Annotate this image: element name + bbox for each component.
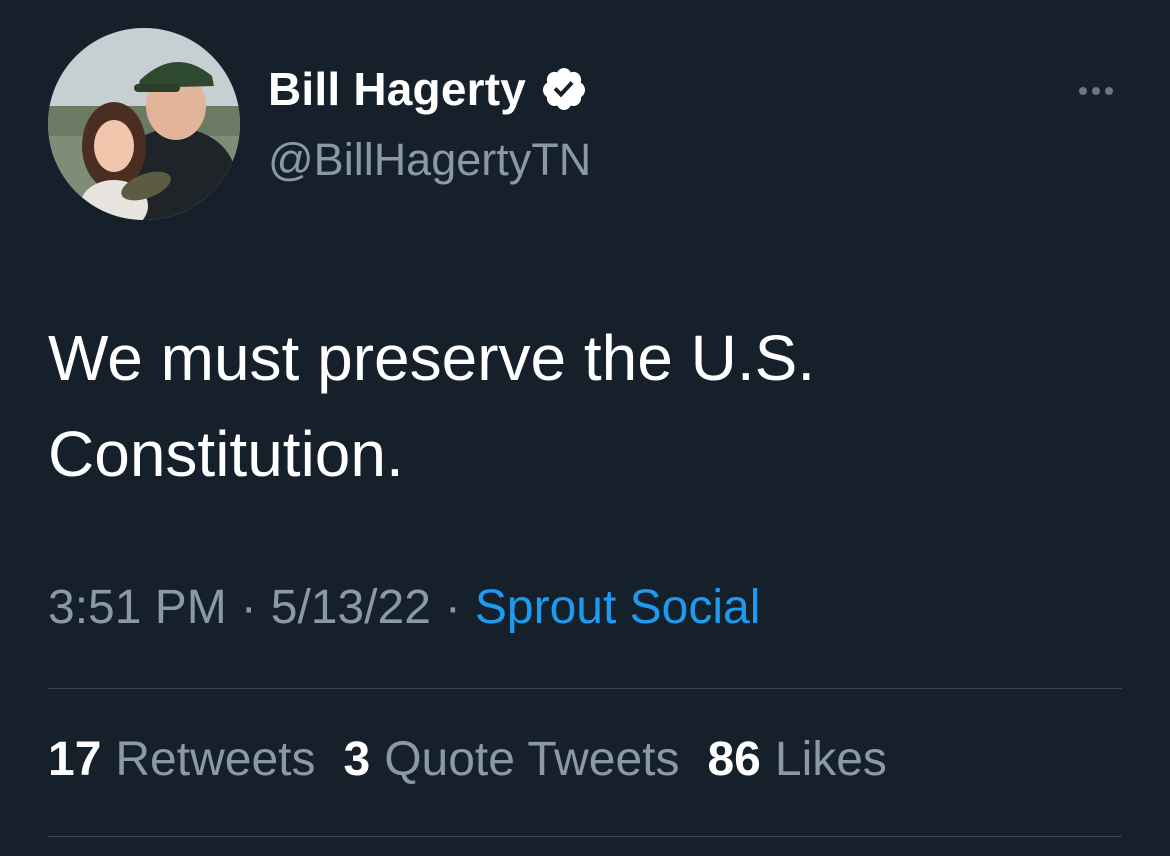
tweet-meta: 3:51 PM · 5/13/22 · Sprout Social — [48, 580, 760, 635]
stat-count: 17 — [48, 733, 102, 786]
retweets-stat[interactable]: 17 Retweets — [48, 732, 315, 787]
tweet-text-line: Constitution. — [48, 418, 404, 490]
tweet-text-line: We must preserve the U.S. — [48, 322, 816, 394]
stat-count: 3 — [343, 733, 371, 786]
divider — [48, 836, 1122, 837]
more-dot — [1105, 87, 1113, 95]
likes-stat[interactable]: 86 Likes — [707, 732, 886, 787]
meta-separator: · — [240, 581, 257, 634]
more-dot — [1092, 87, 1100, 95]
stat-label: Retweets — [115, 733, 316, 786]
author-name-row[interactable]: Bill Hagerty — [268, 62, 588, 116]
verified-badge-icon — [543, 68, 586, 110]
quote-tweets-stat[interactable]: 3 Quote Tweets — [343, 732, 679, 787]
meta-separator: · — [444, 581, 461, 634]
tweet-date[interactable]: 5/13/22 — [271, 580, 431, 635]
more-options-icon[interactable] — [1068, 78, 1124, 104]
stat-label: Quote Tweets — [384, 733, 680, 786]
tweet-text: We must preserve the U.S. Constitution. — [48, 310, 1118, 502]
stat-count: 86 — [707, 733, 761, 786]
avatar[interactable] — [48, 28, 240, 220]
stat-label: Likes — [774, 733, 887, 786]
author-handle[interactable]: @BillHagertyTN — [268, 134, 591, 186]
divider — [48, 688, 1122, 689]
tweet-time[interactable]: 3:51 PM — [48, 580, 227, 635]
author-display-name[interactable]: Bill Hagerty — [268, 62, 526, 116]
tweet-source-link[interactable]: Sprout Social — [475, 580, 761, 635]
more-dot — [1079, 87, 1087, 95]
tweet-stats: 17 Retweets 3 Quote Tweets 86 Likes — [48, 732, 915, 787]
tweet-card: Bill Hagerty @BillHagertyTN We must pres… — [0, 0, 1170, 856]
avatar-photo — [48, 28, 240, 220]
